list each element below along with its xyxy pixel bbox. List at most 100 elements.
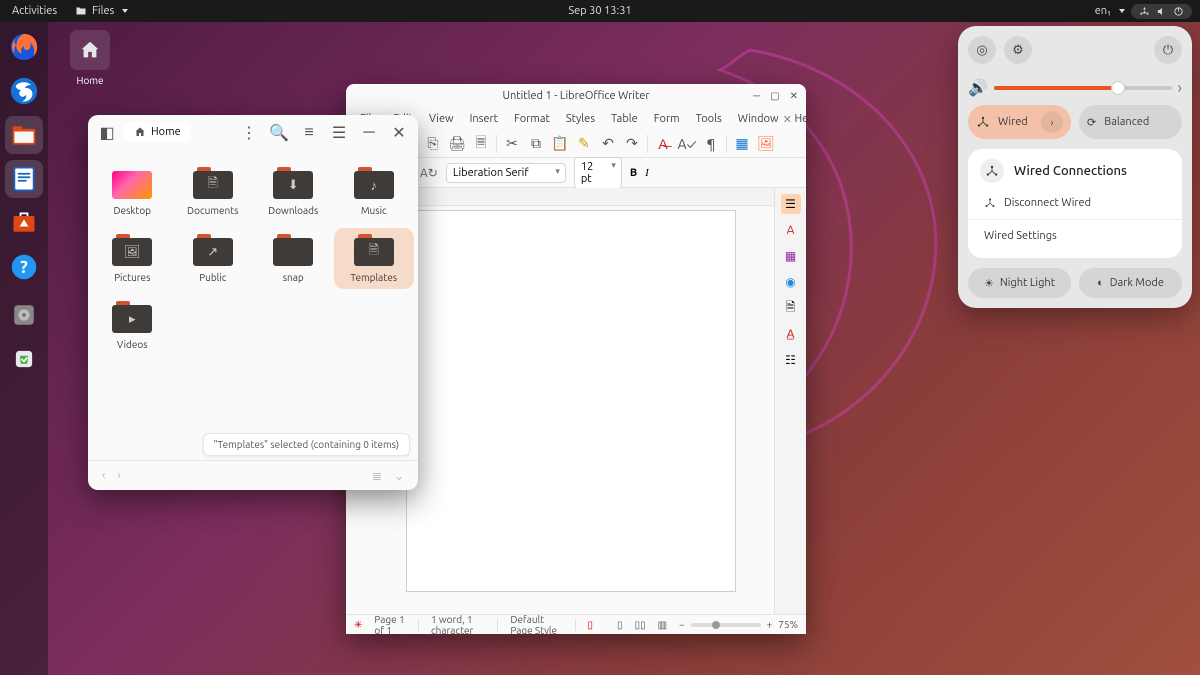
menu-insert[interactable]: Insert [462,111,506,127]
files-pathbar[interactable]: Home [124,122,191,142]
zoom-slider[interactable] [691,623,761,627]
tb-print-icon[interactable]: 🖨 [448,135,466,153]
status-page[interactable]: Page 1 of 1 [374,614,406,635]
dock-software[interactable] [5,204,43,242]
files-minimize[interactable]: ─ [356,119,382,145]
sidebar-manage-icon[interactable]: ☷ [781,350,801,370]
files-menu-icon[interactable]: ☰ [326,119,352,145]
sidebar-properties-icon[interactable]: ☰ [781,194,801,214]
menu-view[interactable]: View [421,111,462,127]
sidebar-page-icon[interactable]: 🗎 [781,298,801,318]
window-maximize[interactable]: ▢ [770,90,779,102]
wired-toggle[interactable]: Wired › [968,105,1071,139]
files-view-icon[interactable]: ≡ [296,119,322,145]
topbar-app-files[interactable]: Files [75,5,128,17]
tb-undo-icon[interactable]: ↶ [599,135,617,153]
folder-downloads[interactable]: ⬇Downloads [253,161,334,222]
tb-image-icon[interactable]: 🖼 [757,135,775,153]
dock-writer[interactable] [5,160,43,198]
sidebar-navigator-icon[interactable]: ◉ [781,272,801,292]
font-size-combo[interactable]: 12 pt [574,157,622,189]
writer-titlebar[interactable]: Untitled 1 - LibreOffice Writer ─ ▢ ✕ [346,84,806,108]
folder-snap[interactable]: snap [253,228,334,289]
menu-format[interactable]: Format [506,111,558,127]
document-page[interactable] [406,210,736,592]
status-view-book-icon[interactable]: ▥ [658,619,667,631]
tb-cut-icon[interactable]: ✂ [503,135,521,153]
menu-table[interactable]: Table [603,111,646,127]
italic-button[interactable]: I [645,167,649,179]
disconnect-wired[interactable]: Disconnect Wired [980,191,1170,215]
desktop-icon-home[interactable]: Home [62,30,118,86]
tb-table-icon[interactable]: ▦ [733,135,751,153]
dock-files[interactable] [5,116,43,154]
dark-mode-toggle[interactable]: ◐Dark Mode [1079,268,1182,298]
status-words[interactable]: 1 word, 1 character [431,614,485,635]
doc-close-icon[interactable]: ✕ [775,111,800,128]
tb-paste-icon[interactable]: 📋 [551,135,569,153]
tb-formatting-icon[interactable]: ¶ [702,135,720,153]
wired-settings[interactable]: Wired Settings [980,224,1170,248]
dock-trash[interactable] [5,340,43,378]
folder-documents[interactable]: 🗎Documents [173,161,254,222]
folder-music[interactable]: ♪Music [334,161,415,222]
tb-export-icon[interactable]: ⎘ [424,135,442,153]
tb-printpreview-icon[interactable]: 🗏 [472,135,490,153]
status-view-multi-icon[interactable]: ▯▯ [635,619,646,631]
chevron-right-icon[interactable]: › [1041,111,1063,133]
power-mode-toggle[interactable]: ⟳ Balanced [1079,105,1182,139]
files-search-icon[interactable]: 🔍 [266,119,292,145]
dock-firefox[interactable] [5,28,43,66]
folder-public[interactable]: ↗Public [173,228,254,289]
dock-disk[interactable] [5,296,43,334]
update-style-icon[interactable]: A↻ [420,166,438,180]
folder-templates[interactable]: 🗎Templates [334,228,415,289]
menu-styles[interactable]: Styles [558,111,603,127]
zoom-out-icon[interactable]: − [679,619,685,630]
files-viewlist-icon[interactable]: ≣ [366,469,388,483]
folder-videos[interactable]: ▸Videos [92,295,173,356]
night-light-toggle[interactable]: ☀Night Light [968,268,1071,298]
status-save-icon[interactable]: ✳ [354,619,362,631]
volume-icon[interactable]: 🔊 [968,78,988,97]
bold-button[interactable]: B [630,167,637,179]
input-language[interactable]: en₁ [1095,5,1125,17]
files-back[interactable]: ‹ [96,469,111,482]
menu-tools[interactable]: Tools [688,111,730,127]
status-language[interactable]: ▯ [588,619,594,631]
dock-thunderbird[interactable] [5,72,43,110]
settings-button[interactable]: ⚙ [1004,36,1032,64]
sidebar-styles-icon[interactable]: A [781,220,801,240]
window-minimize[interactable]: ─ [753,90,760,102]
files-sidebar-toggle-icon[interactable]: ◧ [94,119,120,145]
folder-pictures[interactable]: 🖼Pictures [92,228,173,289]
files-dropdown-icon[interactable]: ⌄ [388,469,410,483]
dock-help[interactable]: ? [5,248,43,286]
menu-form[interactable]: Form [646,111,688,127]
tb-copy-icon[interactable]: ⧉ [527,135,545,153]
volume-slider[interactable] [994,86,1172,90]
tb-find-icon[interactable]: A̶ [654,135,672,153]
font-name-combo[interactable]: Liberation Serif [446,163,566,183]
folder-desktop[interactable]: Desktop [92,161,173,222]
system-tray[interactable] [1131,4,1192,19]
zoom-value[interactable]: 75% [778,619,798,630]
tb-spellcheck-icon[interactable]: A✓ [678,135,696,153]
zoom-in-icon[interactable]: + [767,619,773,630]
window-close[interactable]: ✕ [790,90,798,102]
status-page-style[interactable]: Default Page Style [510,614,562,635]
files-kebab-icon[interactable]: ⋮ [236,119,262,145]
topbar-datetime[interactable]: Sep 30 13:31 [568,5,631,17]
activities-button[interactable]: Activities [12,5,57,17]
power-button[interactable]: ⏻ [1154,36,1182,64]
tb-paintformat-icon[interactable]: ✎ [575,135,593,153]
volume-expand-icon[interactable]: › [1178,79,1183,97]
status-view-single-icon[interactable]: ▯ [617,619,623,631]
sidebar-gallery-icon[interactable]: ▦ [781,246,801,266]
sidebar-inspector-icon[interactable]: A̲ [781,324,801,344]
zoom-control[interactable]: − + 75% [679,619,798,630]
files-forward[interactable]: › [111,469,126,482]
files-close[interactable]: ✕ [386,119,412,145]
tb-redo-icon[interactable]: ↷ [623,135,641,153]
screenshot-button[interactable]: ◎ [968,36,996,64]
